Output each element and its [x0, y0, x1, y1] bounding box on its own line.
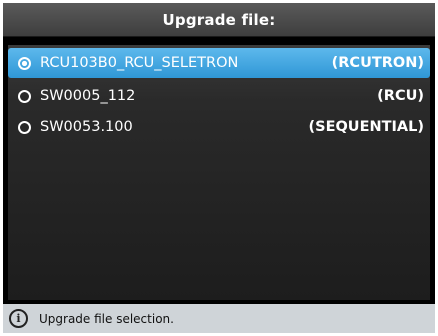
file-list: RCU103B0_RCU_SELETRON (RCUTRON) SW0005_1…: [8, 45, 430, 300]
file-name: SW0053.100: [40, 119, 133, 135]
file-row-sw0053[interactable]: SW0053.100 (SEQUENTIAL): [8, 112, 430, 142]
radio-unselected-icon[interactable]: [18, 120, 31, 134]
title-bar: Upgrade file:: [3, 3, 435, 37]
status-bar: i Upgrade file selection.: [3, 304, 435, 333]
file-type: (RCUTRON): [331, 55, 424, 71]
page-title: Upgrade file:: [162, 10, 276, 29]
file-name: RCU103B0_RCU_SELETRON: [40, 55, 239, 71]
radio-unselected-icon[interactable]: [18, 89, 31, 103]
file-row-rcu103b0[interactable]: RCU103B0_RCU_SELETRON (RCUTRON): [8, 48, 430, 78]
status-text: Upgrade file selection.: [39, 311, 174, 326]
info-icon: i: [9, 309, 28, 328]
file-type: (SEQUENTIAL): [308, 119, 425, 135]
file-row-sw0005[interactable]: SW0005_112 (RCU): [8, 81, 430, 111]
file-name: SW0005_112: [40, 88, 136, 104]
file-type: (RCU): [377, 88, 424, 104]
radio-selected-icon[interactable]: [18, 56, 31, 70]
upgrade-screen: Upgrade file: RCU103B0_RCU_SELETRON (RCU…: [3, 3, 435, 333]
